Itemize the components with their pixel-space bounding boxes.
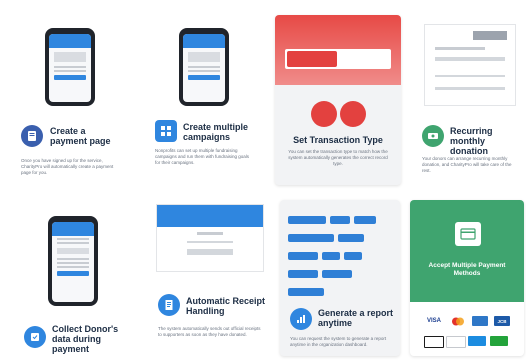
alipay-logo [468, 336, 486, 346]
payment-methods-icon [455, 222, 481, 246]
feature-card-receipt: Automatic Receipt Handling The system au… [150, 198, 268, 358]
amex-logo [472, 316, 488, 326]
transaction-icon-right [340, 101, 366, 127]
visa-logo: VISA [426, 318, 441, 324]
feature-title: Collect Donor's data during payment [52, 324, 119, 354]
feature-description: You can request the system to generate a… [290, 336, 387, 347]
type-toggle [285, 49, 391, 69]
green-panel: Accept Multiple Payment Methods [410, 200, 524, 302]
jcb-logo: JCB [494, 316, 510, 326]
feature-card-recurring: Recurring monthly donation Your donors c… [410, 8, 524, 188]
campaigns-icon [155, 120, 177, 142]
recurring-icon [422, 125, 444, 147]
feature-card-report: Generate a report anytime You can reques… [280, 200, 400, 356]
feature-description: Your donors can arrange recurring monthl… [422, 156, 512, 173]
phone-mockup [45, 28, 95, 106]
payment-page-icon [21, 125, 43, 147]
feature-card-campaigns: Create multiple campaigns Nonprofits can… [139, 8, 261, 188]
feature-card-transaction-type: Set Transaction Type You can set the tra… [275, 15, 401, 185]
feature-description: The system automatically sends out offic… [158, 326, 261, 337]
feature-description: You can set the transaction type to matc… [288, 149, 388, 166]
receipt-icon [158, 294, 180, 316]
phone-mockup [179, 28, 229, 106]
apple-pay-logo [424, 336, 444, 348]
phone-mockup [48, 216, 98, 306]
report-icon [290, 308, 312, 330]
transaction-icon-left [311, 101, 337, 127]
feature-card-payment-page: Create a payment page Once you have sign… [8, 8, 130, 188]
recurring-form-mockup [424, 24, 516, 106]
receipt-mockup [156, 204, 264, 272]
report-field-chips [286, 208, 394, 298]
feature-title: Create a payment page [50, 126, 111, 146]
feature-title: Create multiple campaigns [183, 122, 249, 142]
feature-card-payment-methods: Accept Multiple Payment Methods VISA JCB [410, 200, 524, 356]
wechat-pay-logo [490, 336, 508, 346]
feature-card-donor-data: Collect Donor's data during payment [8, 198, 130, 358]
donor-data-icon [24, 326, 46, 348]
feature-description: Once you have signed up for the service,… [21, 158, 114, 175]
feature-title: Set Transaction Type [293, 135, 383, 145]
feature-title: Recurring monthly donation [450, 126, 493, 156]
feature-description: Nonprofits can set up multiple fundraisi… [155, 148, 250, 165]
google-pay-logo [446, 336, 466, 348]
feature-title: Automatic Receipt Handling [186, 296, 266, 316]
feature-title: Generate a report anytime [318, 308, 394, 328]
feature-title: Accept Multiple Payment Methods [428, 262, 506, 277]
mastercard-logo [448, 316, 468, 326]
